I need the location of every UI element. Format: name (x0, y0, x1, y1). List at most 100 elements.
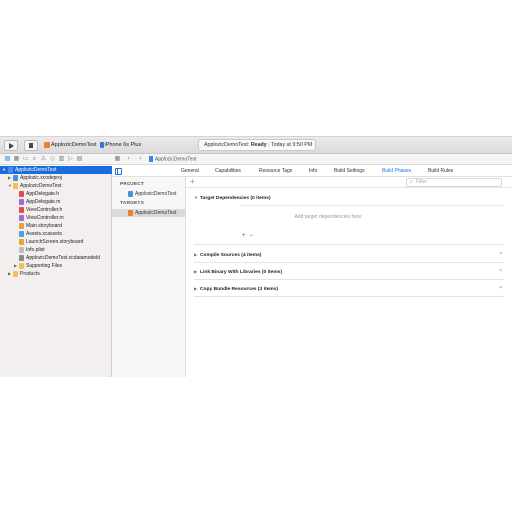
project-navigator-icon[interactable]: ▤ (4, 156, 11, 163)
filter-field[interactable] (406, 178, 502, 187)
tree-item-label: Assets.xcassets (26, 231, 62, 237)
tree-item-label: ViewController.m (26, 215, 64, 221)
breakpoint-navigator-icon[interactable]: ▷ (67, 156, 74, 163)
symbol-navigator-icon[interactable]: ▭ (22, 156, 29, 163)
dependencies-hint: Add target dependencies here (294, 214, 362, 220)
tree-item[interactable]: ViewController.h (0, 206, 112, 214)
tab-info[interactable]: Info (309, 168, 317, 175)
datamodel-icon (19, 255, 24, 261)
tree-item[interactable]: ▶ Products (0, 270, 112, 278)
scheme-name: ApplozicDemoTest (51, 142, 97, 148)
phase-header[interactable]: ▶ Link Binary With Libraries (0 items) (194, 267, 282, 276)
app-icon (44, 141, 50, 148)
project-navigator: ▼ ApplozicDemoTest ▶ Applozic.xcodeproj … (0, 166, 112, 377)
debug-navigator-icon[interactable]: ▥ (58, 156, 65, 163)
tab-build-phases[interactable]: Build Phases (382, 168, 411, 175)
target-item[interactable]: ApplozicDemoTest (112, 209, 186, 217)
add-phase-button[interactable]: + (190, 178, 195, 186)
sidebar-toggle-icon[interactable] (115, 168, 122, 175)
tree-item-label: LaunchScreen.storyboard (26, 239, 84, 245)
header-file-icon (19, 207, 24, 213)
tree-item[interactable]: ▶ Applozic.xcodeproj (0, 174, 112, 182)
dependencies-box: Add target dependencies here + − (240, 205, 504, 239)
phase-header[interactable]: ▶ Copy Bundle Resources (3 items) (194, 284, 278, 293)
back-icon[interactable]: ‹ (125, 156, 132, 163)
scheme-selector[interactable]: ApplozicDemoTest iPhone 6s Plus (44, 140, 144, 151)
tree-item[interactable]: Assets.xcassets (0, 230, 112, 238)
assets-icon (19, 231, 24, 237)
phases-toolbar: + (186, 177, 512, 188)
disclosure-closed-icon[interactable]: ▶ (14, 262, 17, 270)
remove-dependency-button[interactable]: − (250, 233, 254, 239)
phase-title: Copy Bundle Resources (3 items) (200, 287, 278, 292)
tab-general[interactable]: General (181, 168, 199, 175)
tab-build-settings[interactable]: Build Settings (334, 168, 365, 175)
tree-item-label: Applozic.xcodeproj (20, 175, 62, 181)
plist-icon (19, 247, 24, 253)
jump-bar-file[interactable]: ApplozicDemoTest (149, 156, 196, 163)
phase-compile-sources: ▶ Compile Sources (4 items) × (194, 250, 504, 263)
tree-item[interactable]: ▶ Supporting Files (0, 262, 112, 270)
tree-item-project[interactable]: ▼ ApplozicDemoTest (0, 166, 112, 174)
target-item-label: ApplozicDemoTest (135, 210, 177, 216)
report-navigator-icon[interactable]: ▤ (76, 156, 83, 163)
tree-item-label: ApplozicDemoTest.xcdatamodeld (26, 255, 100, 261)
test-navigator-icon[interactable]: ◇ (49, 156, 56, 163)
phase-copy-resources: ▶ Copy Bundle Resources (3 items) × (194, 284, 504, 297)
tree-item[interactable]: ViewController.m (0, 214, 112, 222)
phase-title: Compile Sources (4 items) (200, 253, 262, 258)
tree-item[interactable]: LaunchScreen.storyboard (0, 238, 112, 246)
targets-section-header: TARGETS (120, 201, 144, 206)
source-control-icon[interactable]: ▦ (13, 156, 20, 163)
tree-item[interactable]: Main.storyboard (0, 222, 112, 230)
delete-phase-button[interactable]: × (499, 269, 502, 274)
app-target-icon (128, 210, 133, 216)
source-file-icon (19, 199, 24, 205)
folder-icon (13, 271, 18, 277)
disclosure-closed-icon[interactable]: ▶ (8, 174, 11, 182)
phase-target-dependencies: ▼ Target Dependencies (0 items) Add targe… (194, 193, 504, 245)
delete-phase-button[interactable]: × (499, 252, 502, 257)
disclosure-open-icon[interactable]: ▼ (2, 166, 6, 174)
phase-header[interactable]: ▶ Compile Sources (4 items) (194, 250, 261, 259)
storyboard-icon (19, 223, 24, 229)
tab-build-rules[interactable]: Build Rules (428, 168, 453, 175)
build-phases-panel: + ▼Target Dependencies (0 items) Add tar… (186, 177, 512, 377)
project-icon (8, 167, 13, 173)
project-item-label: ApplozicDemoTest (135, 191, 177, 197)
project-editor: General Capabilities Resource Tags Info … (112, 166, 512, 377)
project-section-header: PROJECT (120, 182, 145, 187)
tab-resource-tags[interactable]: Resource Tags (259, 168, 292, 175)
delete-phase-button[interactable]: × (499, 286, 502, 291)
disclosure-open-icon[interactable]: ▼ (8, 182, 12, 190)
tree-item[interactable]: Info.plist (0, 246, 112, 254)
tree-item-label: AppDelegate.h (26, 191, 60, 197)
related-items-icon[interactable]: ▦ (114, 156, 121, 163)
tree-item[interactable]: ApplozicDemoTest.xcdatamodeld (0, 254, 112, 262)
find-navigator-icon[interactable]: ⌕ (31, 156, 38, 163)
folder-icon (13, 183, 18, 189)
phase-header[interactable]: ▼ Target Dependencies (0 items) (194, 193, 271, 202)
phase-link-binary: ▶ Link Binary With Libraries (0 items) × (194, 267, 504, 280)
stop-button[interactable] (24, 140, 38, 151)
project-item[interactable]: ApplozicDemoTest (112, 190, 186, 198)
tree-item[interactable]: AppDelegate.m (0, 198, 112, 206)
phase-title: Target Dependencies (0 items) (200, 196, 271, 201)
forward-icon[interactable]: › (137, 156, 144, 163)
tree-item-label: Supporting Files (26, 263, 63, 269)
tree-item-label: Main.storyboard (26, 223, 62, 229)
status-state: Ready (250, 142, 267, 148)
run-button[interactable] (4, 140, 18, 151)
tree-item[interactable]: ▼ ApplozicDemoTest (0, 182, 112, 190)
tab-capabilities[interactable]: Capabilities (215, 168, 241, 175)
tree-item[interactable]: AppDelegate.h (0, 190, 112, 198)
status-separator: | (268, 142, 270, 148)
add-dependency-button[interactable]: + (242, 233, 246, 239)
disclosure-closed-icon[interactable]: ▶ (8, 270, 11, 278)
device-name: iPhone 6s Plus (104, 142, 142, 148)
issue-navigator-icon[interactable]: ⚠ (40, 156, 47, 163)
filter-input[interactable] (416, 179, 496, 186)
jump-bar-label: ApplozicDemoTest (155, 156, 197, 163)
phase-title: Link Binary With Libraries (0 items) (200, 270, 283, 275)
xcodeproj-icon (13, 175, 18, 181)
